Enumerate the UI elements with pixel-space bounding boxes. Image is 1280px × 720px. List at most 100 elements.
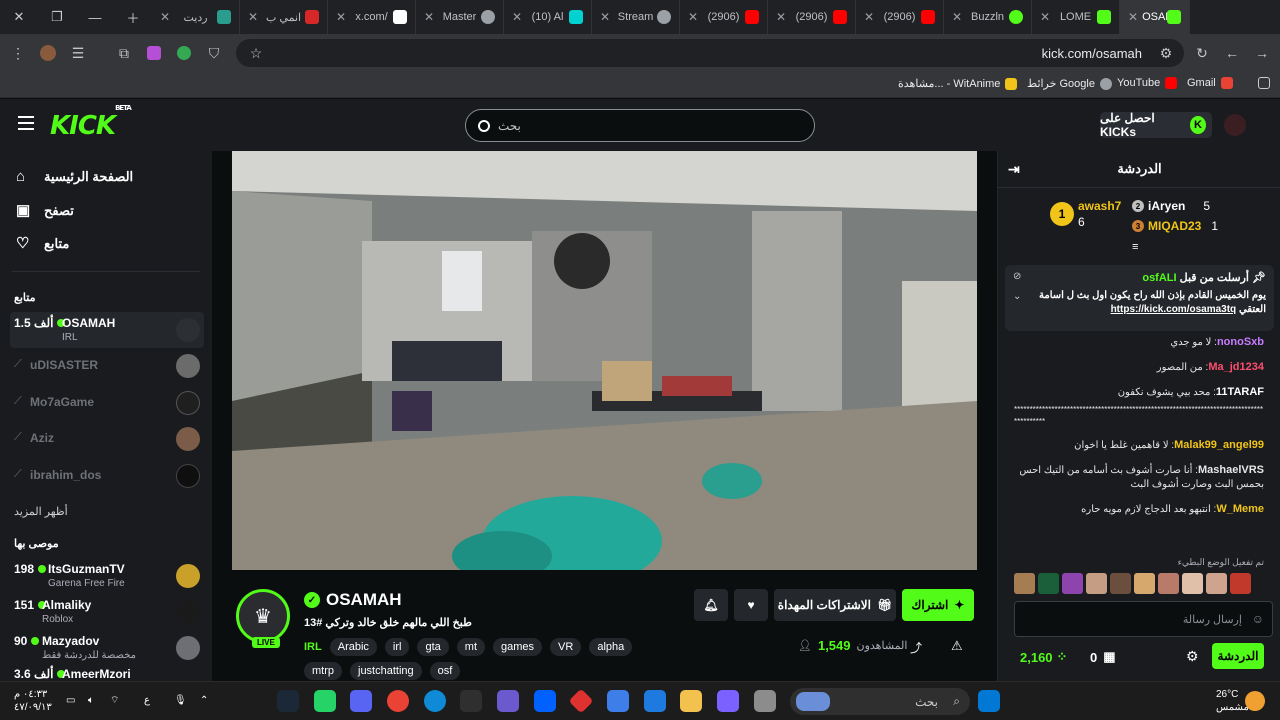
follow-button[interactable]: ♥ xyxy=(734,589,768,621)
kick-logo[interactable]: KICKBETA xyxy=(50,104,132,141)
new-tab-icon[interactable]: ＋ xyxy=(114,0,152,34)
reload-icon[interactable]: ↻ xyxy=(1192,43,1212,63)
avatar[interactable] xyxy=(1038,573,1059,594)
close-tab-icon[interactable]: ✕ xyxy=(248,10,258,24)
epic-games-icon[interactable] xyxy=(460,690,482,712)
forward-icon[interactable]: → xyxy=(1252,43,1272,63)
avatar[interactable] xyxy=(1086,573,1107,594)
windows-start-icon[interactable] xyxy=(978,690,1000,712)
nav-home[interactable]: ⌂ الصفحة الرئيسية xyxy=(16,169,133,185)
extensions-icon[interactable]: ⧉ xyxy=(114,43,134,63)
browser-tab[interactable]: ✕ Buzzln xyxy=(944,0,1032,34)
chevron-up-icon[interactable]: ⌃ xyxy=(200,694,208,707)
share-icon[interactable]: ⤴ xyxy=(910,639,922,656)
channel-points[interactable]: 2,160 ⁘ xyxy=(1020,649,1067,665)
chat-settings-icon[interactable]: ⚙ xyxy=(1186,648,1199,665)
following-channel-offline[interactable]: ⟋ ibrahim_dos xyxy=(10,458,204,494)
streamer-avatar[interactable]: ♛ LIVE xyxy=(236,589,290,648)
report-warning-icon[interactable]: ⚠ xyxy=(951,638,963,654)
browser-tab[interactable]: ✕ (2906) xyxy=(856,0,944,34)
hide-pin-icon[interactable]: ⊘ xyxy=(1013,271,1021,282)
restore-window-icon[interactable]: ❐ xyxy=(38,0,76,34)
collapse-chat-icon[interactable]: ⇥ xyxy=(1008,161,1020,178)
language-icon[interactable]: ع xyxy=(144,694,150,707)
emoji-icon[interactable]: ☺ xyxy=(1252,612,1264,626)
tag[interactable]: justchatting xyxy=(350,662,422,680)
file-explorer-icon[interactable] xyxy=(680,690,702,712)
avatar[interactable] xyxy=(1230,573,1251,594)
bookmark-star-icon[interactable]: ☆ xyxy=(246,43,266,63)
browser-tab[interactable]: ✕ LOME xyxy=(1032,0,1120,34)
category-link[interactable]: IRL xyxy=(304,638,322,656)
close-window-icon[interactable]: ✕ xyxy=(0,0,38,34)
reading-list-icon[interactable]: ☰ xyxy=(68,43,88,63)
expand-leaderboard-icon[interactable]: ≡ xyxy=(1132,241,1138,253)
hamburger-menu-icon[interactable] xyxy=(18,116,34,130)
following-channel-offline[interactable]: ⟋ uDISASTER xyxy=(10,348,204,384)
close-tab-icon[interactable]: ✕ xyxy=(864,10,874,24)
tag[interactable]: VR xyxy=(550,638,582,656)
battery-icon[interactable]: ▭ xyxy=(66,694,75,707)
pinned-link[interactable]: https://kick.com/osama3tq xyxy=(1111,304,1237,315)
all-bookmarks-icon[interactable] xyxy=(1258,77,1270,89)
close-tab-icon[interactable]: ✕ xyxy=(512,10,522,24)
kicks-balance[interactable]: 0 ▦ xyxy=(1090,649,1116,665)
dropbox-icon[interactable] xyxy=(534,690,556,712)
bookmark-maps[interactable]: خرائط Google xyxy=(1027,77,1112,90)
browser-tab[interactable]: ✕ Stream xyxy=(592,0,680,34)
browser-tab[interactable]: ✕ (2906) xyxy=(768,0,856,34)
avatar[interactable] xyxy=(1014,573,1035,594)
close-tab-icon[interactable]: ✕ xyxy=(600,10,610,24)
gift-subs-button[interactable]: الاشتراكات المهداة 🎁︎ xyxy=(774,589,896,621)
close-tab-icon[interactable]: ✕ xyxy=(160,10,170,24)
app-icon[interactable] xyxy=(497,690,519,712)
microphone-icon[interactable]: 🎙︎ xyxy=(174,694,187,707)
close-tab-icon[interactable]: ✕ xyxy=(1128,10,1138,24)
get-kicks-button[interactable]: احصل على KICKs K xyxy=(1100,111,1212,139)
search-input[interactable]: بحث xyxy=(465,109,815,142)
bookmark-witanime[interactable]: مشاهدة... - WitAnime xyxy=(898,77,1018,90)
extension-icon[interactable] xyxy=(174,43,194,63)
avatar[interactable] xyxy=(1206,573,1227,594)
avatar[interactable] xyxy=(1110,573,1131,594)
browser-tab-active[interactable]: ✕OSAM xyxy=(1120,0,1190,34)
recommended-channel[interactable]: 3.6 ألف AmeerMzori xyxy=(10,663,204,681)
bookmark-youtube[interactable]: YouTube xyxy=(1117,77,1178,89)
tag[interactable]: gta xyxy=(417,638,449,656)
site-settings-icon[interactable]: ⚙ xyxy=(1156,43,1176,63)
steam-icon[interactable] xyxy=(277,690,299,712)
nav-browse[interactable]: ▣ تصفح xyxy=(16,203,74,219)
avatar[interactable] xyxy=(1182,573,1203,594)
browser-tab[interactable]: ✕ انمي ب xyxy=(240,0,328,34)
video-player[interactable] xyxy=(232,151,977,570)
subscribe-button[interactable]: اشتراك ✦ xyxy=(902,589,974,621)
taskbar-search[interactable]: بحث ⌕ xyxy=(790,688,970,715)
avatar[interactable] xyxy=(1134,573,1155,594)
chrome-icon[interactable] xyxy=(387,690,409,712)
volume-icon[interactable]: 🔈︎ xyxy=(88,694,94,707)
tag[interactable]: mt xyxy=(456,638,486,656)
address-bar[interactable]: ☆ kick.com/osamah ⚙ xyxy=(236,39,1184,67)
chat-message-input[interactable]: إرسال رسالة ☺ xyxy=(1014,601,1273,637)
weather-widget[interactable]: 26°C مشمس xyxy=(1216,688,1249,714)
menu-dots-icon[interactable]: ⋮ xyxy=(8,43,28,63)
app-icon[interactable] xyxy=(607,690,629,712)
nav-following[interactable]: ♡ متابع xyxy=(16,236,69,252)
tag[interactable]: alpha xyxy=(589,638,633,656)
browser-tab[interactable]: ✕ x.com/ xyxy=(328,0,416,34)
avatar[interactable] xyxy=(1062,573,1083,594)
copilot-icon[interactable] xyxy=(717,690,739,712)
avatar[interactable] xyxy=(1158,573,1179,594)
app-icon[interactable] xyxy=(754,690,776,712)
profile-avatar-icon[interactable] xyxy=(38,43,58,63)
extension-icon[interactable] xyxy=(144,43,164,63)
back-icon[interactable]: ← xyxy=(1222,43,1242,63)
close-tab-icon[interactable]: ✕ xyxy=(1040,10,1050,24)
tag[interactable]: games xyxy=(493,638,543,656)
bookmark-gmail[interactable]: Gmail xyxy=(1187,77,1233,89)
show-more-link[interactable]: أظهر المزيد xyxy=(14,505,68,518)
recommended-channel[interactable]: 151 Almaliky Roblox xyxy=(10,594,204,630)
send-chat-button[interactable]: الدردشة xyxy=(1212,643,1264,669)
notifications-button[interactable]: 🔔︎ xyxy=(694,589,728,621)
tag[interactable]: Arabic xyxy=(329,638,377,656)
